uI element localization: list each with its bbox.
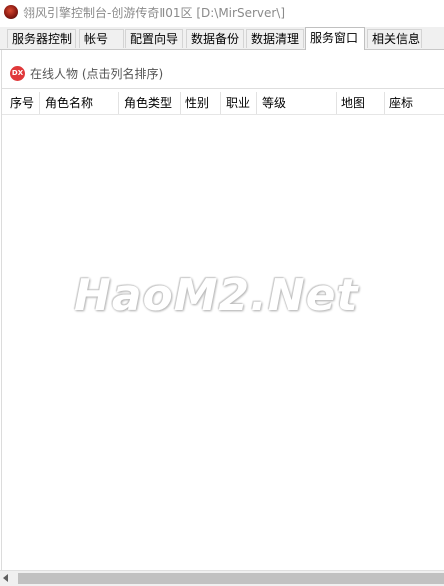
tab-server-control[interactable]: 服务器控制 <box>7 29 76 48</box>
app-logo-icon <box>4 5 18 19</box>
tab-config-wizard[interactable]: 配置向导 <box>125 29 183 48</box>
tab-bar: 服务器控制 帐号 配置向导 数据备份 数据清理 服务窗口 相关信息 <box>0 27 444 50</box>
tab-service-window[interactable]: 服务窗口 <box>305 27 365 50</box>
online-players-header: DX 在线人物 (点击列名排序) <box>10 64 163 82</box>
window-title: 翎风引擎控制台-创游传奇Ⅱ01区 [D:\MirServer\] <box>23 5 286 20</box>
tab-data-cleanup[interactable]: 数据清理 <box>246 29 304 48</box>
column-header-index[interactable]: 序号 <box>7 92 40 114</box>
column-header-map[interactable]: 地图 <box>338 92 385 114</box>
online-players-title: 在线人物 (点击列名排序) <box>30 66 164 81</box>
scroll-left-arrow-icon[interactable] <box>3 574 8 582</box>
column-header-gender[interactable]: 性别 <box>182 92 221 114</box>
online-players-table-header: 序号 角色名称 角色类型 性别 职业 等级 地图 座标 <box>2 92 444 115</box>
column-header-role-name[interactable]: 角色名称 <box>42 92 119 114</box>
scrollbar-thumb[interactable] <box>18 573 444 584</box>
horizontal-scrollbar[interactable] <box>0 570 444 586</box>
column-header-coordinates[interactable]: 座标 <box>386 92 444 114</box>
tab-related-info[interactable]: 相关信息 <box>367 29 422 48</box>
column-header-role-type[interactable]: 角色类型 <box>121 92 181 114</box>
tab-account[interactable]: 帐号 <box>79 29 124 48</box>
dx-icon: DX <box>10 65 25 81</box>
divider <box>2 88 444 89</box>
tab-data-backup[interactable]: 数据备份 <box>186 29 244 48</box>
watermark: HaoM2.Net <box>74 270 359 321</box>
column-header-level[interactable]: 等级 <box>259 92 337 114</box>
title-bar: 翎风引擎控制台-创游传奇Ⅱ01区 [D:\MirServer\] <box>0 0 444 24</box>
column-header-class[interactable]: 职业 <box>223 92 257 114</box>
